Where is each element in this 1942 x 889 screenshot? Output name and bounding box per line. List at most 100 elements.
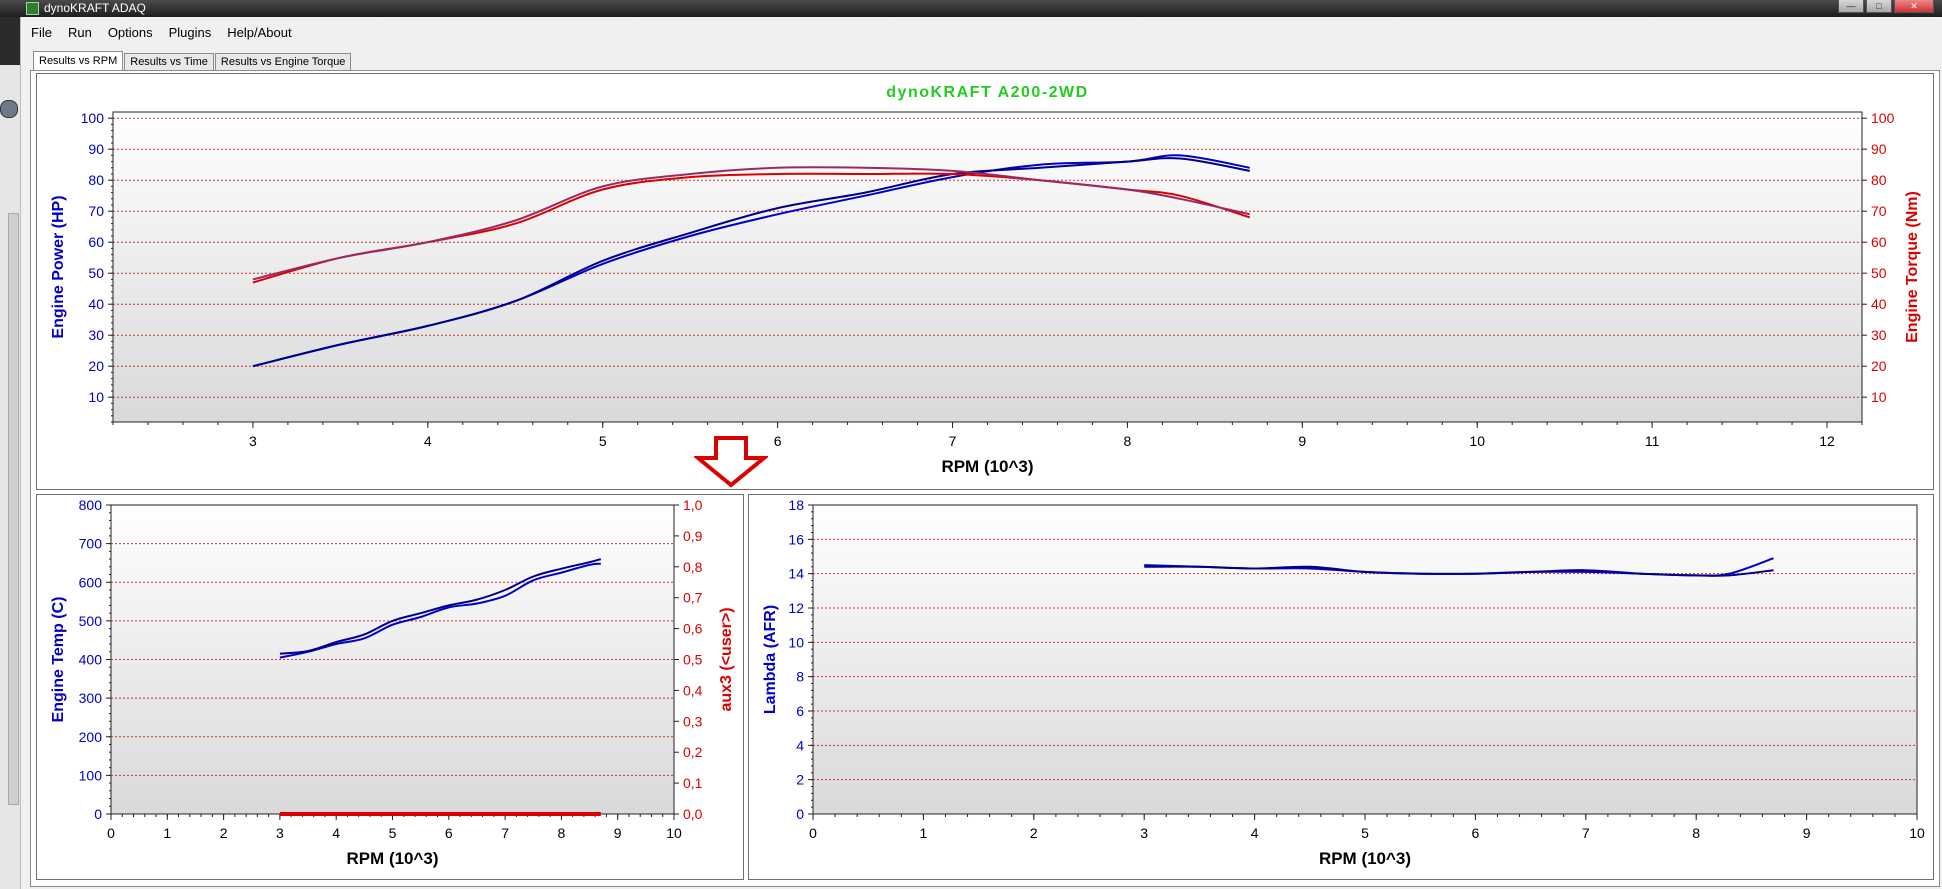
chart-svg: 01002003004005006007008000,00,10,20,30,4…	[50, 497, 735, 868]
x-tick-label: 1	[920, 825, 928, 841]
window-title: dynoKRAFT ADAQ	[44, 1, 146, 15]
close-icon[interactable]: ✕	[1894, 0, 1934, 13]
x-tick-label: 3	[276, 825, 284, 841]
chart-svg: 0246810121416180 1 2 3 4 5 6 7 8 9 10RPM (10^3)Lam…	[762, 497, 1925, 868]
y2-tick-label: 100	[1871, 110, 1895, 126]
y-tick-label: 80	[88, 172, 104, 188]
maximize-icon[interactable]: □	[1866, 0, 1892, 13]
y2-tick-label: 0,9	[683, 528, 703, 544]
x-tick-label: 6	[445, 825, 453, 841]
y2-tick-label: 0,5	[683, 652, 703, 668]
y2-tick-label: 0,2	[683, 744, 703, 760]
y-tick-label: 0	[94, 806, 102, 822]
y-tick-label: 40	[88, 296, 104, 312]
background-window-dark-area	[0, 17, 20, 65]
power-torque-chart-panel: 10 20 30 40 50 60 70 80 90 100 10 20 30 40 50 60 70 80 90 1…	[36, 73, 1934, 490]
menu-options[interactable]: Options	[99, 25, 160, 40]
x-axis-title: RPM (10^3)	[941, 457, 1033, 476]
x-tick-label: 10	[1909, 825, 1925, 841]
x-tick-label: 3	[249, 433, 257, 449]
y2-tick-label: 30	[1871, 327, 1887, 343]
y2-tick-label: 40	[1871, 296, 1887, 312]
y2-tick-label: 10	[1871, 389, 1887, 405]
x-tick-label: 0	[809, 825, 817, 841]
tab-results-vs-engine-torque[interactable]: Results vs Engine Torque	[214, 53, 352, 71]
menu-plugins[interactable]: Plugins	[160, 25, 219, 40]
y-tick-label: 2	[796, 772, 804, 788]
chart-svg: 10 20 30 40 50 60 70 80 90 100 10 20 30 40 50 60 70 80 90 1…	[50, 84, 1921, 476]
y-tick-label: 8	[796, 669, 804, 685]
tab-results-vs-rpm[interactable]: Results vs RPM	[33, 51, 124, 71]
temperature-chart-panel: 0 100 200 300 400 500 600 700 800 0,0 0,1 0,2 0,3 0,4…	[36, 494, 744, 880]
y2-tick-label: 0,4	[683, 682, 703, 698]
x-tick-label: 8	[1124, 433, 1132, 449]
x-tick-label: 1	[163, 825, 171, 841]
y-tick-label: 10	[788, 634, 804, 650]
y-tick-label: 700	[79, 536, 103, 552]
x-tick-label: 6	[774, 433, 782, 449]
x-tick-label: 9	[1298, 433, 1306, 449]
y2-tick-label: 0,6	[683, 621, 703, 637]
tab-results-vs-time[interactable]: Results vs Time	[124, 53, 214, 71]
menu-help-about[interactable]: Help/About	[218, 25, 298, 40]
plot-area	[812, 504, 1918, 815]
y-tick-label: 60	[88, 234, 104, 250]
x-tick-label: 7	[949, 433, 957, 449]
x-tick-label: 11	[1645, 433, 1660, 449]
x-tick-label: 6	[1472, 825, 1480, 841]
x-tick-label: 5	[389, 825, 397, 841]
y-tick-label: 50	[88, 265, 104, 281]
x-tick-label: 7	[1582, 825, 1590, 841]
y-tick-label: 70	[88, 203, 104, 219]
arrow-down-icon	[694, 436, 768, 488]
y-tick-label: 10	[88, 389, 104, 405]
x-axis-title: RPM (10^3)	[346, 849, 438, 868]
x-tick-label: 4	[332, 825, 340, 841]
y-tick-label: 14	[788, 566, 804, 582]
y2-tick-label: 80	[1871, 172, 1887, 188]
x-tick-label: 0	[107, 825, 115, 841]
window-title-bar: dynoKRAFT ADAQ — □ ✕	[0, 0, 1942, 17]
x-tick-label: 4	[1251, 825, 1259, 841]
x-tick-label: 5	[1361, 825, 1369, 841]
y-tick-label: 16	[788, 531, 804, 547]
menu-file[interactable]: File	[22, 25, 59, 40]
y-tick-label: 100	[81, 110, 105, 126]
y-axis-title: Engine Temp (C)	[50, 597, 67, 723]
y2-tick-label: 0,3	[683, 713, 703, 729]
tab-strip: Results vs RPM Results vs Time Results v…	[33, 51, 352, 71]
x-tick-label: 2	[220, 825, 228, 841]
minimize-icon[interactable]: —	[1838, 0, 1864, 13]
x-tick-label: 10	[1469, 433, 1485, 449]
x-tick-label: 5	[599, 433, 607, 449]
chart-title: dynoKRAFT A200-2WD	[886, 84, 1088, 101]
x-tick-label: 3	[1140, 825, 1148, 841]
x-tick-label: 8	[1692, 825, 1700, 841]
x-tick-label: 9	[1803, 825, 1811, 841]
y-axis-title: Engine Power (HP)	[50, 195, 67, 338]
lambda-chart-panel: 0 2 4 6 8 10 12 14 16 18 0 1 2 3 4 5 6 7 8 9 10 RPM (10^3) Lam…	[748, 494, 1934, 880]
y-tick-label: 500	[79, 613, 103, 629]
y2-tick-label: 0,0	[683, 806, 703, 822]
x-tick-label: 9	[614, 825, 622, 841]
background-button-icon	[0, 100, 18, 118]
y-tick-label: 6	[796, 703, 804, 719]
y-tick-label: 100	[79, 767, 103, 783]
x-tick-label: 12	[1819, 433, 1835, 449]
x-tick-label: 8	[558, 825, 566, 841]
y-tick-label: 18	[788, 497, 804, 513]
y2-tick-label: 90	[1871, 141, 1887, 157]
y-tick-label: 600	[79, 574, 103, 590]
y2-tick-label: 60	[1871, 234, 1887, 250]
y2-tick-label: 50	[1871, 265, 1887, 281]
y-tick-label: 20	[88, 358, 104, 374]
y-tick-label: 0	[796, 806, 804, 822]
app-logo-icon	[26, 2, 39, 15]
y-tick-label: 200	[79, 729, 103, 745]
y-tick-label: 400	[79, 652, 103, 668]
x-tick-label: 10	[666, 825, 682, 841]
y-tick-label: 12	[788, 600, 804, 616]
x-tick-label: 4	[424, 433, 432, 449]
window-controls: — □ ✕	[1838, 0, 1934, 13]
menu-run[interactable]: Run	[59, 25, 99, 40]
